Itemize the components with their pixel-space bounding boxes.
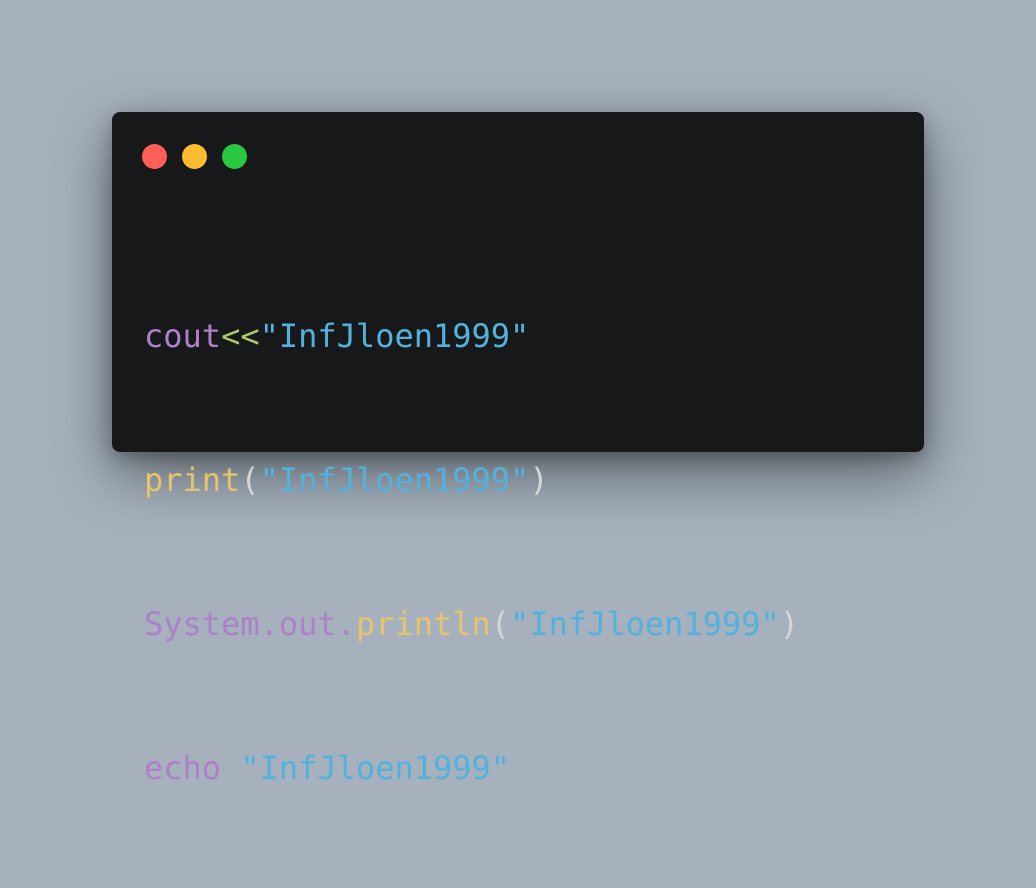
- code-line-3: System.out.println("InfJloen1999"): [144, 600, 799, 648]
- maximize-button[interactable]: [222, 144, 247, 169]
- minimize-button[interactable]: [182, 144, 207, 169]
- code-line-4: echo "InfJloen1999": [144, 744, 799, 792]
- code-line-2: print("InfJloen1999"): [144, 456, 799, 504]
- open-paren: (: [490, 605, 511, 643]
- string-literal: "InfJloen1999": [510, 605, 780, 643]
- open-paren: (: [240, 461, 260, 499]
- string-literal: "InfJloen1999": [259, 317, 530, 355]
- function-println: println: [355, 605, 491, 643]
- code-line-1: cout<<"InfJloen1999": [144, 312, 799, 360]
- close-paren: ): [529, 461, 549, 499]
- code-window: cout<<"InfJloen1999" print("InfJloen1999…: [112, 112, 924, 787]
- string-literal: "InfJloen1999": [259, 461, 530, 499]
- function-print: print: [144, 461, 241, 499]
- window-controls: [142, 144, 247, 169]
- code-block: cout<<"InfJloen1999" print("InfJloen1999…: [144, 216, 799, 888]
- close-button[interactable]: [142, 144, 167, 169]
- close-paren: ): [779, 605, 800, 643]
- object-system-out: System.out.: [144, 605, 356, 643]
- keyword-echo: echo: [144, 749, 222, 787]
- stream-operator: <<: [221, 317, 260, 355]
- identifier-cout: cout: [144, 317, 222, 355]
- string-literal: "InfJloen1999": [240, 749, 511, 787]
